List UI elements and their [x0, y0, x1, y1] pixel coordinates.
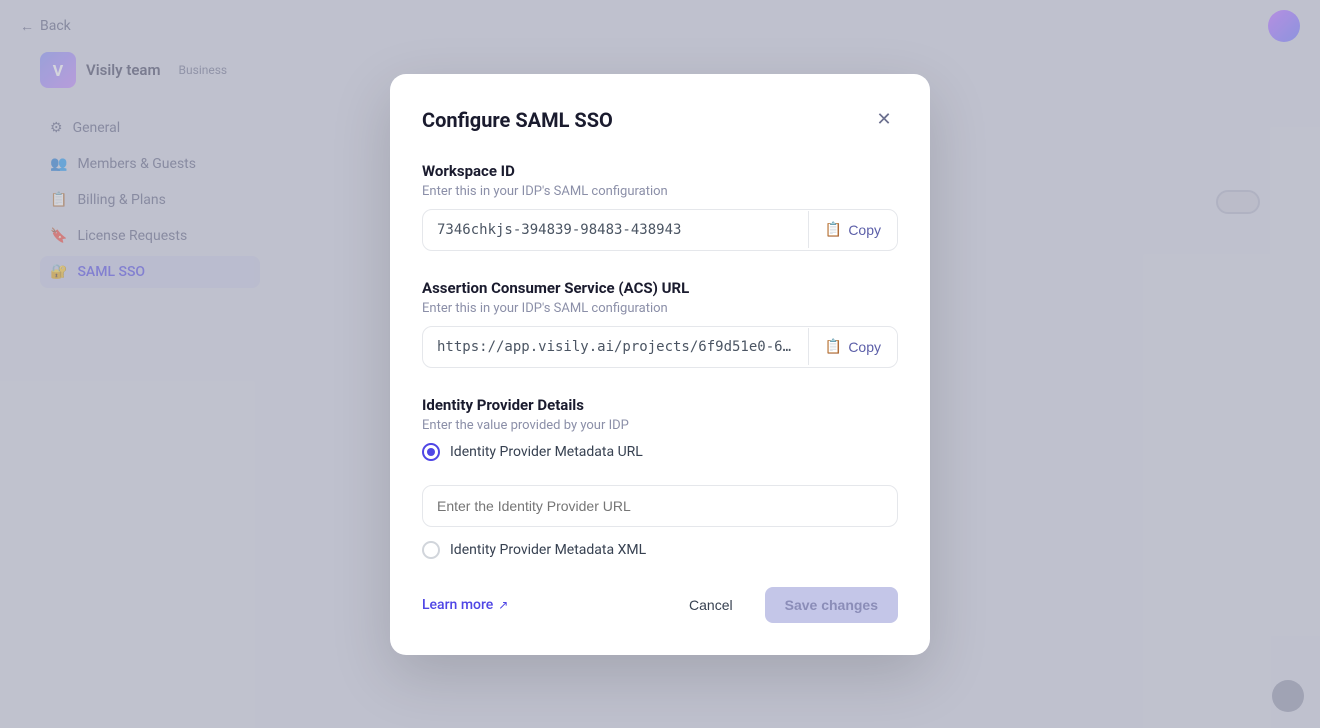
modal-overlay: Configure SAML SSO ✕ Workspace ID Enter … [0, 0, 1320, 728]
workspace-id-copy-button[interactable]: 📋 Copy [808, 211, 897, 248]
configure-saml-modal: Configure SAML SSO ✕ Workspace ID Enter … [390, 74, 930, 655]
external-link-icon: ↗ [498, 598, 508, 612]
learn-more-link[interactable]: Learn more ↗ [422, 597, 508, 613]
modal-title: Configure SAML SSO [422, 108, 613, 132]
workspace-id-desc: Enter this in your IDP's SAML configurat… [422, 184, 898, 199]
idp-title: Identity Provider Details [422, 396, 898, 414]
acs-url-desc: Enter this in your IDP's SAML configurat… [422, 301, 898, 316]
modal-header: Configure SAML SSO ✕ [422, 106, 898, 134]
save-changes-button[interactable]: Save changes [765, 587, 898, 623]
radio-circle-xml [422, 541, 440, 559]
workspace-id-section: Workspace ID Enter this in your IDP's SA… [422, 162, 898, 251]
learn-more-label: Learn more [422, 597, 493, 613]
acs-url-title: Assertion Consumer Service (ACS) URL [422, 279, 898, 297]
radio-item-xml[interactable]: Identity Provider Metadata XML [422, 541, 898, 559]
acs-url-copy-button[interactable]: 📋 Copy [808, 328, 897, 365]
idp-section: Identity Provider Details Enter the valu… [422, 396, 898, 559]
acs-url-field: https://app.visily.ai/projects/6f9d51e0-… [422, 326, 898, 368]
footer-actions: Cancel Save changes [669, 587, 898, 623]
idp-desc: Enter the value provided by your IDP [422, 418, 898, 433]
cancel-button[interactable]: Cancel [669, 587, 753, 623]
copy-icon-2: 📋 [825, 338, 842, 355]
workspace-id-copy-label: Copy [848, 222, 881, 238]
radio-label-xml: Identity Provider Metadata XML [450, 542, 646, 558]
acs-url-value: https://app.visily.ai/projects/6f9d51e0-… [423, 327, 808, 367]
close-button[interactable]: ✕ [870, 106, 898, 134]
idp-radio-group: Identity Provider Metadata URL Identity … [422, 443, 898, 559]
workspace-id-field: 7346chkjs-394839-98483-438943 📋 Copy [422, 209, 898, 251]
idp-url-input[interactable] [422, 485, 898, 527]
radio-item-url[interactable]: Identity Provider Metadata URL [422, 443, 898, 461]
workspace-id-title: Workspace ID [422, 162, 898, 180]
copy-icon-1: 📋 [825, 221, 842, 238]
acs-url-section: Assertion Consumer Service (ACS) URL Ent… [422, 279, 898, 368]
radio-label-url: Identity Provider Metadata URL [450, 444, 643, 460]
modal-footer: Learn more ↗ Cancel Save changes [422, 587, 898, 623]
workspace-id-value: 7346chkjs-394839-98483-438943 [423, 210, 808, 250]
acs-url-copy-label: Copy [848, 339, 881, 355]
radio-circle-url [422, 443, 440, 461]
